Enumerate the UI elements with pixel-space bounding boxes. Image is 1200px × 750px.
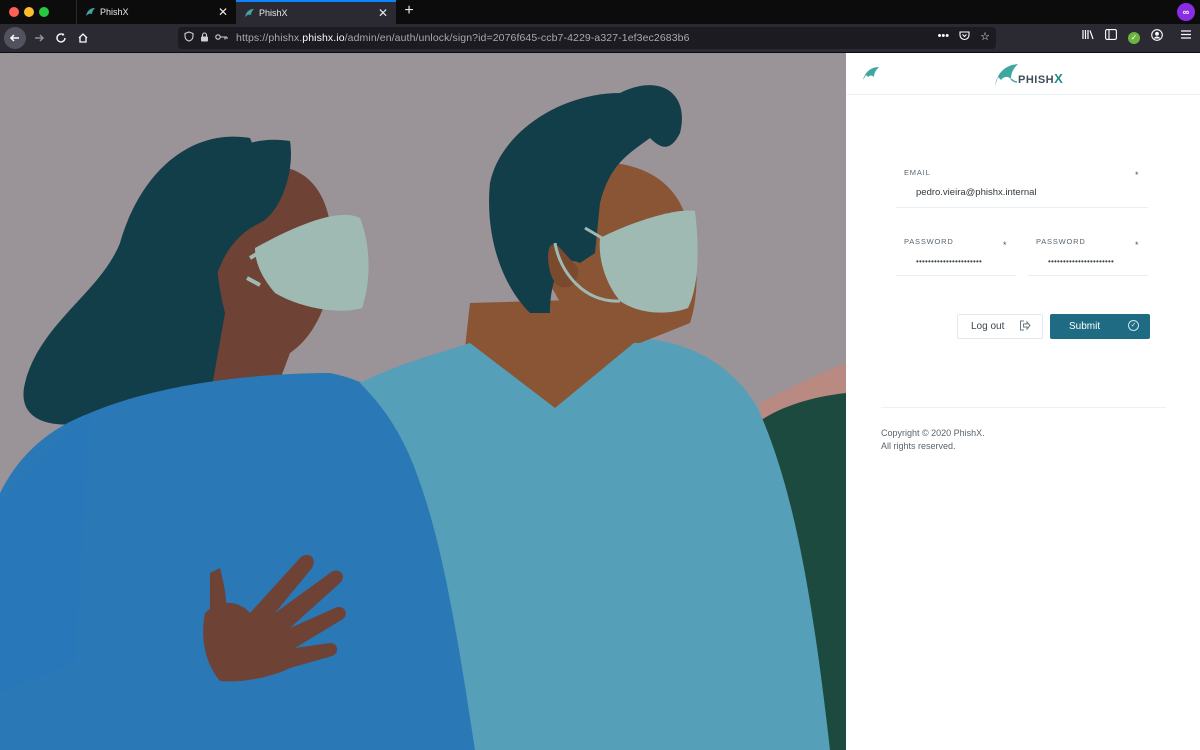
password-confirm-required-mark: *	[1135, 240, 1139, 250]
phishx-dolphin-icon	[995, 64, 1018, 86]
phishx-dolphin-icon[interactable]	[862, 65, 880, 88]
browser-tab[interactable]: PhishX ✕	[76, 0, 236, 24]
key-icon[interactable]	[215, 33, 228, 44]
phishx-favicon-icon	[85, 7, 96, 18]
brand-wordmark: PHISHX	[1018, 71, 1063, 86]
submit-button[interactable]: Submit ✓	[1050, 314, 1150, 339]
tab-close-icon[interactable]: ✕	[378, 6, 388, 20]
tab-title: PhishX	[100, 7, 129, 17]
rights-line: All rights reserved.	[881, 441, 956, 451]
library-icon[interactable]	[1082, 29, 1094, 43]
account-icon[interactable]	[1151, 29, 1163, 44]
window-close-button[interactable]	[9, 7, 19, 17]
window-maximize-button[interactable]	[39, 7, 49, 17]
url-host: phishx.io	[302, 32, 345, 44]
page-content: PHISHX EMAIL * pedro.vieira@phishx.inter…	[0, 53, 1200, 750]
sidebar-icon[interactable]	[1105, 29, 1117, 43]
logout-arrow-icon	[1019, 320, 1031, 334]
bookmark-star-icon[interactable]: ☆	[980, 30, 990, 44]
email-underline	[896, 207, 1148, 208]
email-required-mark: *	[1135, 170, 1139, 180]
back-icon[interactable]	[4, 27, 26, 49]
url-text: https://phishx.phishx.io/admin/en/auth/u…	[236, 32, 690, 44]
panel-header: PHISHX	[846, 53, 1200, 95]
tab-title: PhishX	[259, 8, 288, 18]
phishx-favicon-icon	[244, 8, 255, 19]
menu-icon[interactable]	[1180, 29, 1192, 43]
password-label: PASSWORD	[904, 237, 954, 246]
footer-divider	[881, 407, 1166, 408]
url-scheme: https://phishx.	[236, 32, 303, 44]
illustration-graphic	[0, 53, 846, 750]
password-confirm-field[interactable]: ••••••••••••••••••••••	[1048, 257, 1114, 266]
check-circle-icon: ✓	[1128, 320, 1139, 331]
email-label: EMAIL	[904, 168, 931, 177]
email-field[interactable]: pedro.vieira@phishx.internal	[916, 187, 1037, 198]
submit-label: Submit	[1069, 321, 1101, 332]
tab-close-icon[interactable]: ✕	[218, 5, 228, 19]
copyright-text: Copyright © 2020 PhishX. All rights rese…	[881, 427, 985, 453]
password-field[interactable]: ••••••••••••••••••••••	[916, 257, 982, 266]
pocket-icon[interactable]	[959, 30, 970, 44]
new-tab-button[interactable]: +	[400, 2, 418, 20]
more-icon[interactable]: •••	[938, 30, 950, 44]
home-icon[interactable]	[72, 27, 94, 49]
password-underline	[896, 275, 1016, 276]
phishx-logo[interactable]: PHISHX	[992, 61, 1063, 89]
private-mask-icon[interactable]: ∞	[1177, 3, 1195, 21]
browser-tab-active[interactable]: PhishX ✕	[236, 0, 396, 24]
forward-icon[interactable]	[28, 27, 50, 49]
brand-x: X	[1054, 71, 1064, 86]
reload-icon[interactable]	[50, 27, 72, 49]
window-minimize-button[interactable]	[24, 7, 34, 17]
password-confirm-label: PASSWORD	[1036, 237, 1086, 246]
logout-label: Log out	[971, 321, 1005, 332]
tracking-shield-icon[interactable]	[184, 31, 194, 45]
browser-nav-bar: https://phishx.phishx.io/admin/en/auth/u…	[0, 24, 1200, 53]
url-actions: ••• ☆	[938, 30, 990, 44]
password-required-mark: *	[1003, 240, 1007, 250]
password-confirm-underline	[1028, 275, 1148, 276]
address-bar[interactable]: https://phishx.phishx.io/admin/en/auth/u…	[178, 27, 996, 49]
logout-button[interactable]: Log out	[957, 314, 1043, 339]
browser-tab-bar: PhishX ✕ PhishX ✕ + ∞	[0, 0, 1200, 24]
copyright-line: Copyright © 2020 PhishX.	[881, 428, 985, 438]
extension-check-icon[interactable]: ✓	[1128, 32, 1140, 44]
masked-people-illustration	[0, 53, 846, 750]
url-path: /admin/en/auth/unlock/sign?id=2076f645-c…	[344, 32, 690, 44]
unlock-panel: PHISHX EMAIL * pedro.vieira@phishx.inter…	[846, 53, 1200, 750]
lock-icon[interactable]	[200, 31, 209, 45]
brand-name: PHISH	[1018, 74, 1055, 86]
